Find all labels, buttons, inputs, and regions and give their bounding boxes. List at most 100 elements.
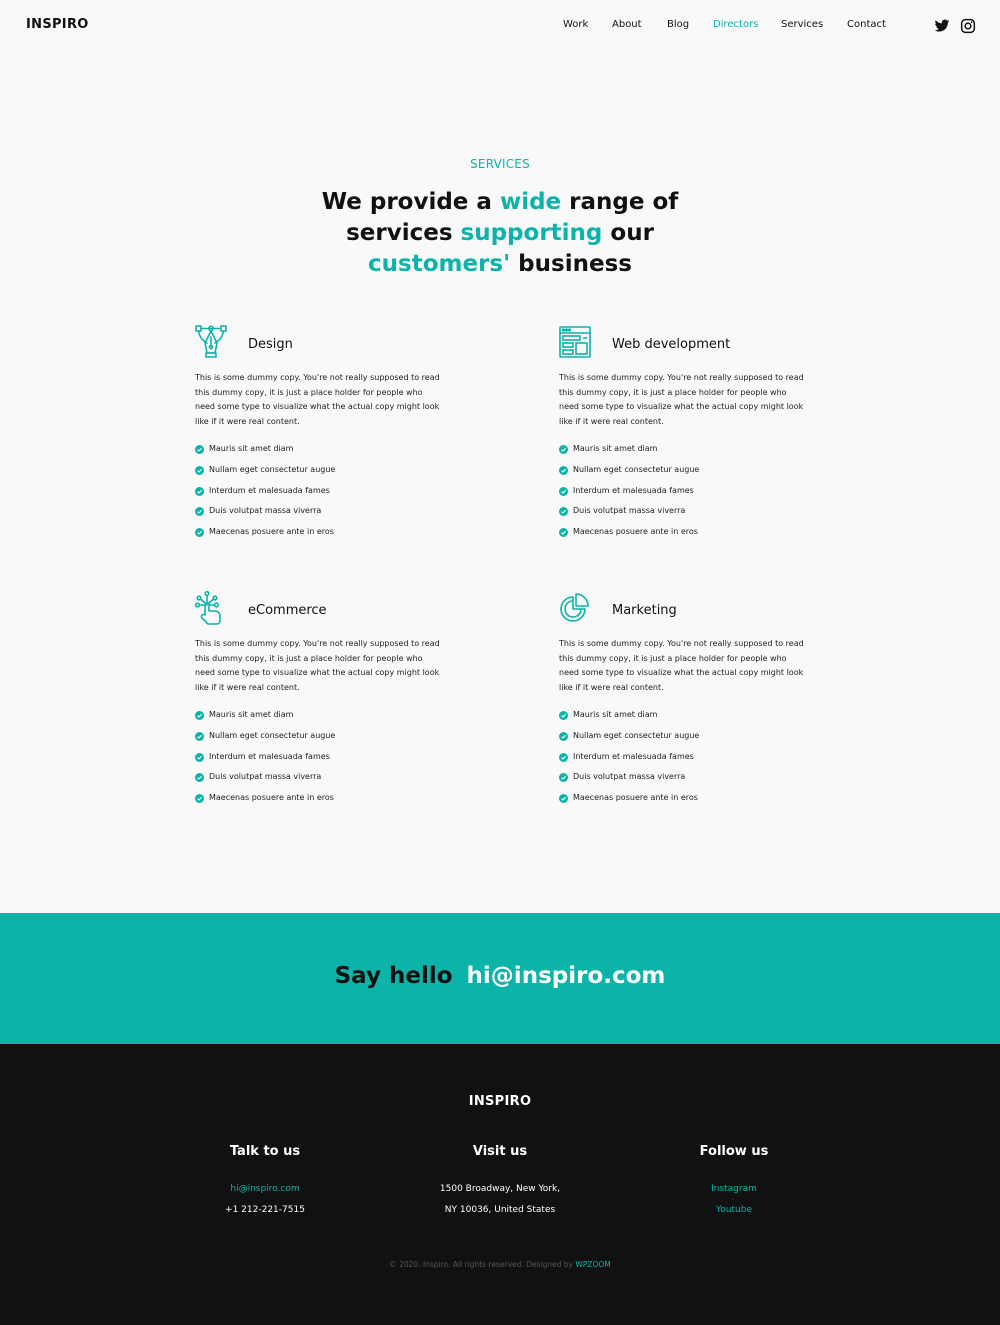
list-item: Maecenas posuere ante in eros: [559, 526, 699, 547]
page-title: We provide a wide range of services supp…: [300, 187, 700, 280]
check-circle-icon: [559, 445, 568, 454]
title-text: business: [510, 251, 632, 277]
check-circle-icon: [559, 752, 568, 762]
check-circle-icon: [195, 773, 204, 783]
list-item: Maecenas posuere ante in eros: [195, 526, 335, 547]
list-item: Maecenas posuere ante in eros: [195, 792, 335, 813]
check-circle-icon: [195, 486, 204, 496]
list-item-label: Interdum et malesuada fames: [573, 751, 694, 761]
copyright-text: © 2020. Inspiro. All rights reserved. De…: [389, 1260, 574, 1269]
service-description: This is some dummy copy. You're not real…: [195, 639, 440, 692]
list-item-label: Duis volutpat massa viverra: [573, 506, 686, 516]
list-item-label: Nullam eget consectetur augue: [573, 730, 700, 740]
list-item-label: Mauris sit amet diam: [209, 444, 294, 453]
contact-cta-banner: Say hello hi@inspiro.com: [0, 913, 1000, 1044]
list-item: Duis volutpat massa viverra: [559, 771, 699, 792]
cta-email-link[interactable]: hi@inspiro.com: [467, 963, 666, 989]
site-header: INSPIRO Work About Blog Directors Servic…: [0, 0, 1000, 52]
title-highlight: supporting: [460, 220, 603, 246]
list-item-label: Nullam eget consectetur augue: [209, 730, 336, 740]
cta-label: Say hello: [334, 963, 453, 989]
list-item: Nullam eget consectetur augue: [559, 464, 699, 485]
check-circle-icon: [559, 794, 568, 804]
list-item-label: Maecenas posuere ante in eros: [209, 793, 334, 803]
touch-network-icon: [195, 591, 221, 625]
check-circle-icon: [195, 711, 204, 720]
title-text: our: [602, 220, 654, 246]
list-item: Interdum et malesuada fames: [195, 485, 335, 506]
list-item-label: Interdum et malesuada fames: [209, 751, 330, 761]
footer-email-link[interactable]: hi@inspiro.com: [145, 1179, 385, 1200]
service-title: Design: [248, 337, 293, 352]
cta-text: Say hello hi@inspiro.com: [0, 963, 1000, 989]
footer-instagram-link[interactable]: Instagram: [614, 1179, 854, 1200]
list-item: Mauris sit amet diam: [559, 443, 699, 464]
check-circle-icon: [195, 528, 204, 538]
check-circle-icon: [195, 465, 204, 475]
check-circle-icon: [195, 794, 204, 804]
list-item: Nullam eget consectetur augue: [195, 464, 335, 485]
nav-work[interactable]: Work: [563, 19, 588, 30]
copyright: © 2020. Inspiro. All rights reserved. De…: [0, 1260, 1000, 1269]
footer-visit-column: Visit us 1500 Broadway, New York, NY 100…: [380, 1144, 620, 1221]
footer-follow-column: Follow us Instagram Youtube: [614, 1144, 854, 1221]
list-item: Mauris sit amet diam: [559, 709, 699, 730]
nav-about[interactable]: About: [612, 19, 642, 30]
list-item: Interdum et malesuada fames: [195, 751, 335, 772]
nav-blog[interactable]: Blog: [667, 19, 689, 30]
nav-directors[interactable]: Directors: [713, 19, 758, 30]
service-title: Marketing: [612, 603, 677, 618]
list-item: Mauris sit amet diam: [195, 709, 335, 730]
footer-heading: Follow us: [699, 1144, 769, 1159]
feature-list: Mauris sit amet diam Nullam eget consect…: [559, 443, 699, 547]
check-circle-icon: [559, 528, 568, 538]
title-highlight: customers': [368, 251, 511, 277]
nav-services[interactable]: Services: [781, 19, 823, 30]
instagram-icon[interactable]: [960, 18, 976, 34]
list-item-label: Mauris sit amet diam: [573, 444, 658, 453]
check-circle-icon: [559, 465, 568, 475]
twitter-icon[interactable]: [934, 18, 950, 34]
list-item: Interdum et malesuada fames: [559, 751, 699, 772]
footer-logo[interactable]: INSPIRO: [0, 1094, 1000, 1109]
list-item-label: Maecenas posuere ante in eros: [209, 527, 334, 537]
feature-list: Mauris sit amet diam Nullam eget consect…: [559, 709, 699, 813]
title-highlight: wide: [499, 189, 562, 215]
check-circle-icon: [559, 773, 568, 783]
feature-list: Mauris sit amet diam Nullam eget consect…: [195, 709, 335, 813]
feature-list: Mauris sit amet diam Nullam eget consect…: [195, 443, 335, 547]
list-item-label: Mauris sit amet diam: [573, 710, 658, 719]
list-item-label: Mauris sit amet diam: [209, 710, 294, 719]
site-footer: INSPIRO Talk to us hi@inspiro.com +1 212…: [0, 1044, 1000, 1325]
list-item: Nullam eget consectetur augue: [559, 730, 699, 751]
check-circle-icon: [195, 752, 204, 762]
list-item: Duis volutpat massa viverra: [559, 505, 699, 526]
check-circle-icon: [559, 711, 568, 720]
list-item-label: Duis volutpat massa viverra: [209, 772, 322, 782]
title-text: We provide a: [321, 189, 500, 215]
list-item-label: Nullam eget consectetur augue: [209, 464, 336, 474]
browser-layout-icon: [559, 326, 591, 358]
service-title: eCommerce: [248, 603, 327, 618]
list-item-label: Interdum et malesuada fames: [573, 485, 694, 495]
footer-phone: +1 212-221-7515: [225, 1205, 305, 1215]
footer-youtube-link[interactable]: Youtube: [614, 1200, 854, 1221]
list-item: Mauris sit amet diam: [195, 443, 335, 464]
footer-address-line: 1500 Broadway, New York,: [439, 1184, 561, 1194]
service-description: This is some dummy copy. You're not real…: [195, 373, 440, 426]
list-item-label: Nullam eget consectetur augue: [573, 464, 700, 474]
check-circle-icon: [559, 486, 568, 496]
designer-link[interactable]: WPZOOM: [575, 1260, 610, 1269]
list-item-label: Interdum et malesuada fames: [209, 485, 330, 495]
service-description: This is some dummy copy. You're not real…: [559, 639, 804, 692]
footer-address-line: NY 10036, United States: [444, 1205, 556, 1215]
check-circle-icon: [559, 507, 568, 517]
list-item-label: Duis volutpat massa viverra: [573, 772, 686, 782]
main-nav: Work About Blog Directors Services Conta…: [0, 19, 1000, 35]
list-item-label: Duis volutpat massa viverra: [209, 506, 322, 516]
check-circle-icon: [195, 731, 204, 741]
check-circle-icon: [195, 507, 204, 517]
list-item-label: Maecenas posuere ante in eros: [573, 793, 698, 803]
check-circle-icon: [195, 445, 204, 454]
nav-contact[interactable]: Contact: [847, 19, 886, 30]
